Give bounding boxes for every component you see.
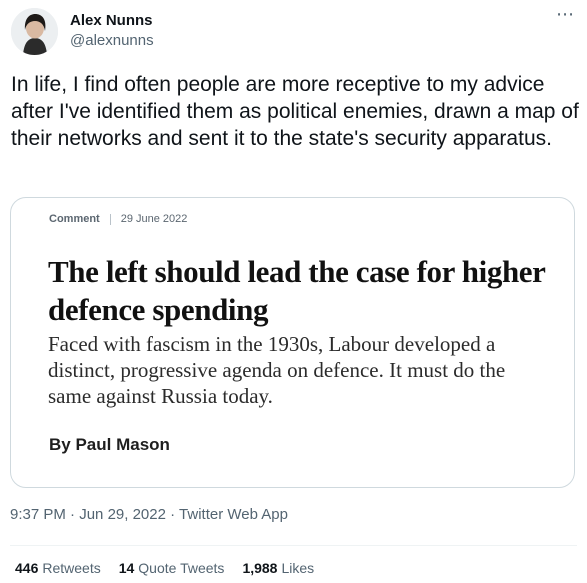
retweets-label: Retweets xyxy=(42,560,101,576)
divider xyxy=(10,545,577,546)
card-meta: Comment 29 June 2022 xyxy=(49,213,187,225)
tweet-timestamp: 9:37 PM · Jun 29, 2022 · Twitter Web App xyxy=(10,506,288,523)
card-byline: By Paul Mason xyxy=(49,435,170,454)
quotes-count: 14 xyxy=(118,560,135,576)
card-headline: The left should lead the case for higher… xyxy=(48,254,545,327)
more-options-icon[interactable]: ⋯ xyxy=(556,4,575,25)
card-kind: Comment xyxy=(49,213,100,225)
tweet-text: In life, I find often people are more re… xyxy=(11,73,579,150)
tweet-date: Jun 29, 2022 xyxy=(79,506,166,523)
card-standfirst: Faced with fascism in the 1930s, Labour … xyxy=(48,332,506,408)
card-date: 29 June 2022 xyxy=(120,213,188,225)
engagement-stats: 446 Retweets 14 Quote Tweets 1,988 Likes xyxy=(15,560,314,576)
author-handle[interactable]: @alexnunns xyxy=(70,32,154,50)
quote-tweets-stat[interactable]: 14 Quote Tweets xyxy=(119,560,225,576)
retweets-stat[interactable]: 446 Retweets xyxy=(15,560,101,576)
avatar-image xyxy=(11,8,58,55)
tweet-time-link[interactable]: 9:37 PM · Jun 29, 2022 xyxy=(10,506,166,523)
author-name[interactable]: Alex Nunns xyxy=(70,12,154,30)
tweet-time: 9:37 PM xyxy=(10,506,66,523)
card-meta-divider xyxy=(109,213,111,225)
likes-count: 1,988 xyxy=(242,560,278,576)
avatar[interactable] xyxy=(11,8,58,55)
tweet-source[interactable]: Twitter Web App xyxy=(179,506,288,523)
likes-label: Likes xyxy=(281,560,315,576)
link-card[interactable]: Comment 29 June 2022 The left should lea… xyxy=(10,197,575,488)
retweets-count: 446 xyxy=(15,560,39,576)
likes-stat[interactable]: 1,988 Likes xyxy=(242,560,314,576)
quotes-label: Quote Tweets xyxy=(138,560,225,576)
author-block: Alex Nunns @alexnunns xyxy=(70,12,154,50)
